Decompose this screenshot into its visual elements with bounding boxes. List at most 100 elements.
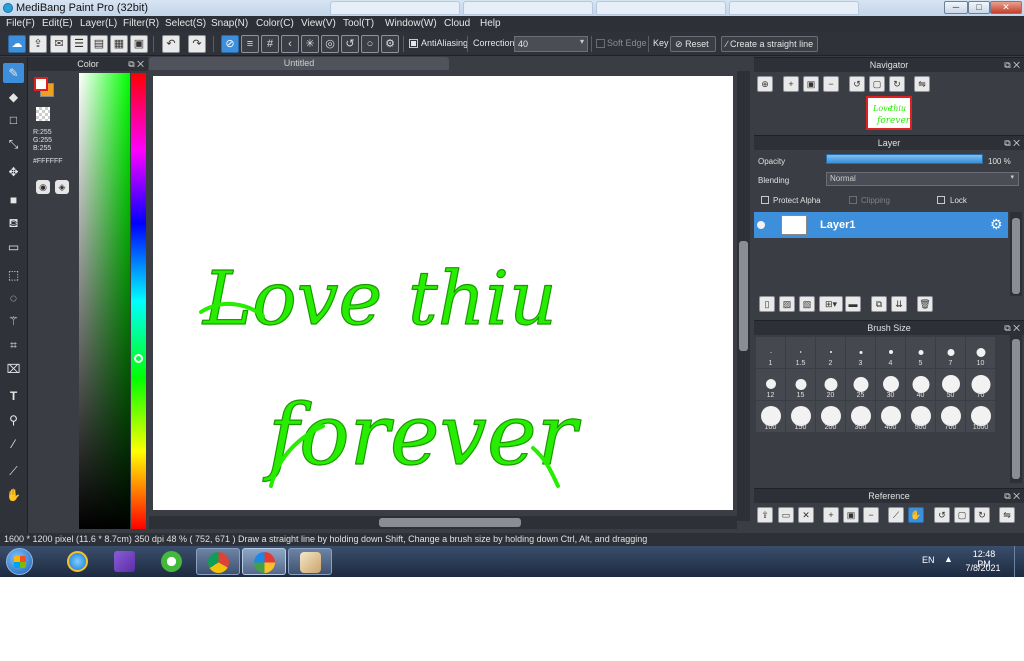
foreground-color-swatch[interactable] [34,77,48,91]
menu-view[interactable]: View(V) [301,18,336,29]
brush-size-cell[interactable]: 70 [966,369,995,400]
eyedropper-tool-icon[interactable]: ⟋ [3,461,24,481]
dot-tool-icon[interactable]: □ [3,110,24,130]
close-reference-icon[interactable]: ✕ [798,507,814,523]
open-reference-icon[interactable]: ⇪ [757,507,773,523]
brush-size-cell[interactable]: 7 [936,337,965,368]
language-indicator[interactable]: EN [922,555,935,565]
panels-icon[interactable]: ▣ [130,35,148,53]
clipping-checkbox[interactable] [849,196,857,204]
layer-scroll-thumb[interactable] [1012,218,1020,294]
menu-select[interactable]: Select(S) [165,18,206,29]
magic-wand-tool-icon[interactable]: ⚚ [3,311,24,331]
folder-icon[interactable]: ▬ [845,296,861,312]
green-app-icon[interactable] [150,548,194,575]
brush-size-scrollbar[interactable] [1010,333,1022,483]
brush-size-cell[interactable]: 1.5 [786,337,815,368]
zoom-fit-icon[interactable]: ⊕ [757,76,773,92]
brush-size-cell[interactable]: 400 [876,401,905,432]
brush-size-cell[interactable]: 25 [846,369,875,400]
move-brush-icon[interactable]: ⤡ [3,134,24,154]
saturation-value-picker[interactable] [79,73,130,529]
clock-date[interactable]: 7/8/2021 [962,563,1004,573]
canvas-horizontal-scrollbar[interactable] [149,516,737,529]
parallel-snap-icon[interactable]: ≡ [241,35,259,53]
eyedropper-icon[interactable]: ⟋ [888,507,904,523]
drawing-canvas[interactable]: Love thiu forever [153,76,733,510]
reset-view-icon[interactable]: ▢ [869,76,885,92]
brush-size-cell[interactable]: 3 [846,337,875,368]
brush-size-cell[interactable]: 10 [966,337,995,368]
brush-tool-icon[interactable]: ✎ [3,63,24,83]
hand-icon[interactable]: ✋ [908,507,924,523]
bucket-tool-icon[interactable]: ⛾ [3,213,24,233]
chat-icon[interactable]: ☰ [70,35,88,53]
rotate-left-icon[interactable]: ↺ [934,507,950,523]
show-desktop-button[interactable] [1014,546,1024,577]
paint-icon[interactable] [288,548,332,575]
panel-controls-icon[interactable]: ⧉ ✕ [1004,58,1020,72]
rotate-right-icon[interactable]: ↻ [974,507,990,523]
cross-snap-icon[interactable]: # [261,35,279,53]
tray-expand-icon[interactable]: ▲ [944,554,953,564]
actual-size-icon[interactable]: ▣ [803,76,819,92]
color-settings-icon[interactable]: ◈ [55,180,69,194]
start-button[interactable] [6,548,33,575]
cloud-icon[interactable]: ☁ [8,35,26,53]
brush-size-cell[interactable]: 200 [816,401,845,432]
reset-view-icon[interactable]: ▢ [954,507,970,523]
brush-size-cell[interactable]: 20 [816,369,845,400]
gear-icon[interactable]: ⚙ [990,216,1003,233]
brush-size-cell[interactable]: 150 [786,401,815,432]
new-layer-icon[interactable]: ▯ [759,296,775,312]
reset-button[interactable]: ⊘ Reset [670,36,716,52]
zoom-in-icon[interactable]: + [783,76,799,92]
document-tab[interactable]: Untitled [149,57,449,70]
circle-snap-icon[interactable]: ○ [361,35,379,53]
shape-fill-tool-icon[interactable]: ■ [3,190,24,210]
menu-edit[interactable]: Edit(E) [42,18,73,29]
correction-select[interactable]: 40 ▾ [514,36,588,52]
layer-list-scrollbar[interactable] [1010,212,1022,296]
move-tool-icon[interactable]: ✥ [3,162,24,182]
lock-checkbox[interactable] [937,196,945,204]
brush-size-cell[interactable]: 2 [816,337,845,368]
brush-size-cell[interactable]: 500 [906,401,935,432]
brush-size-cell[interactable]: 30 [876,369,905,400]
rotate-left-icon[interactable]: ↺ [849,76,865,92]
operation-tool-icon[interactable]: ⚲ [3,410,24,430]
brush-size-cell[interactable]: 15 [786,369,815,400]
zoom-out-icon[interactable]: − [823,76,839,92]
gradient-tool-icon[interactable]: ▭ [3,237,24,257]
concentric-snap-icon[interactable]: ◎ [321,35,339,53]
select-pen-tool-icon[interactable]: ⌗ [3,335,24,355]
menu-help[interactable]: Help [480,18,501,29]
opacity-slider[interactable] [826,154,983,164]
vertical-scroll-thumb[interactable] [739,241,748,351]
menu-filter[interactable]: Filter(R) [123,18,159,29]
blending-select[interactable]: Normal ▾ [826,172,1019,186]
panel-controls-icon[interactable]: ⧉ ✕ [1004,136,1020,150]
lasso-tool-icon[interactable]: ◌ [3,288,24,308]
brush-size-cell[interactable]: 300 [846,401,875,432]
protect-alpha-checkbox[interactable] [761,196,769,204]
soft-edge-checkbox[interactable] [596,39,605,48]
radial-snap-icon[interactable]: ✳ [301,35,319,53]
menu-window[interactable]: Window(W) [385,18,437,29]
brush-scroll-thumb[interactable] [1012,339,1020,479]
undo-icon[interactable]: ↶ [162,35,180,53]
duplicate-layer-icon[interactable]: ⧉ [871,296,887,312]
curve-snap-icon[interactable]: ↺ [341,35,359,53]
delete-layer-icon[interactable]: 🗑 [917,296,933,312]
brush-size-cell[interactable]: 1000 [966,401,995,432]
merge-down-icon[interactable]: ⇊ [891,296,907,312]
actual-size-icon[interactable]: ▣ [843,507,859,523]
menu-snap[interactable]: Snap(N) [211,18,248,29]
menu-layer[interactable]: Layer(L) [80,18,117,29]
new-8bit-layer-icon[interactable]: ▧ [799,296,815,312]
zoom-out-icon[interactable]: − [863,507,879,523]
menu-file[interactable]: File(F) [6,18,35,29]
brush-size-cell[interactable]: 700 [936,401,965,432]
brush-size-cell[interactable]: 50 [936,369,965,400]
close-button[interactable]: ✕ [990,1,1022,14]
